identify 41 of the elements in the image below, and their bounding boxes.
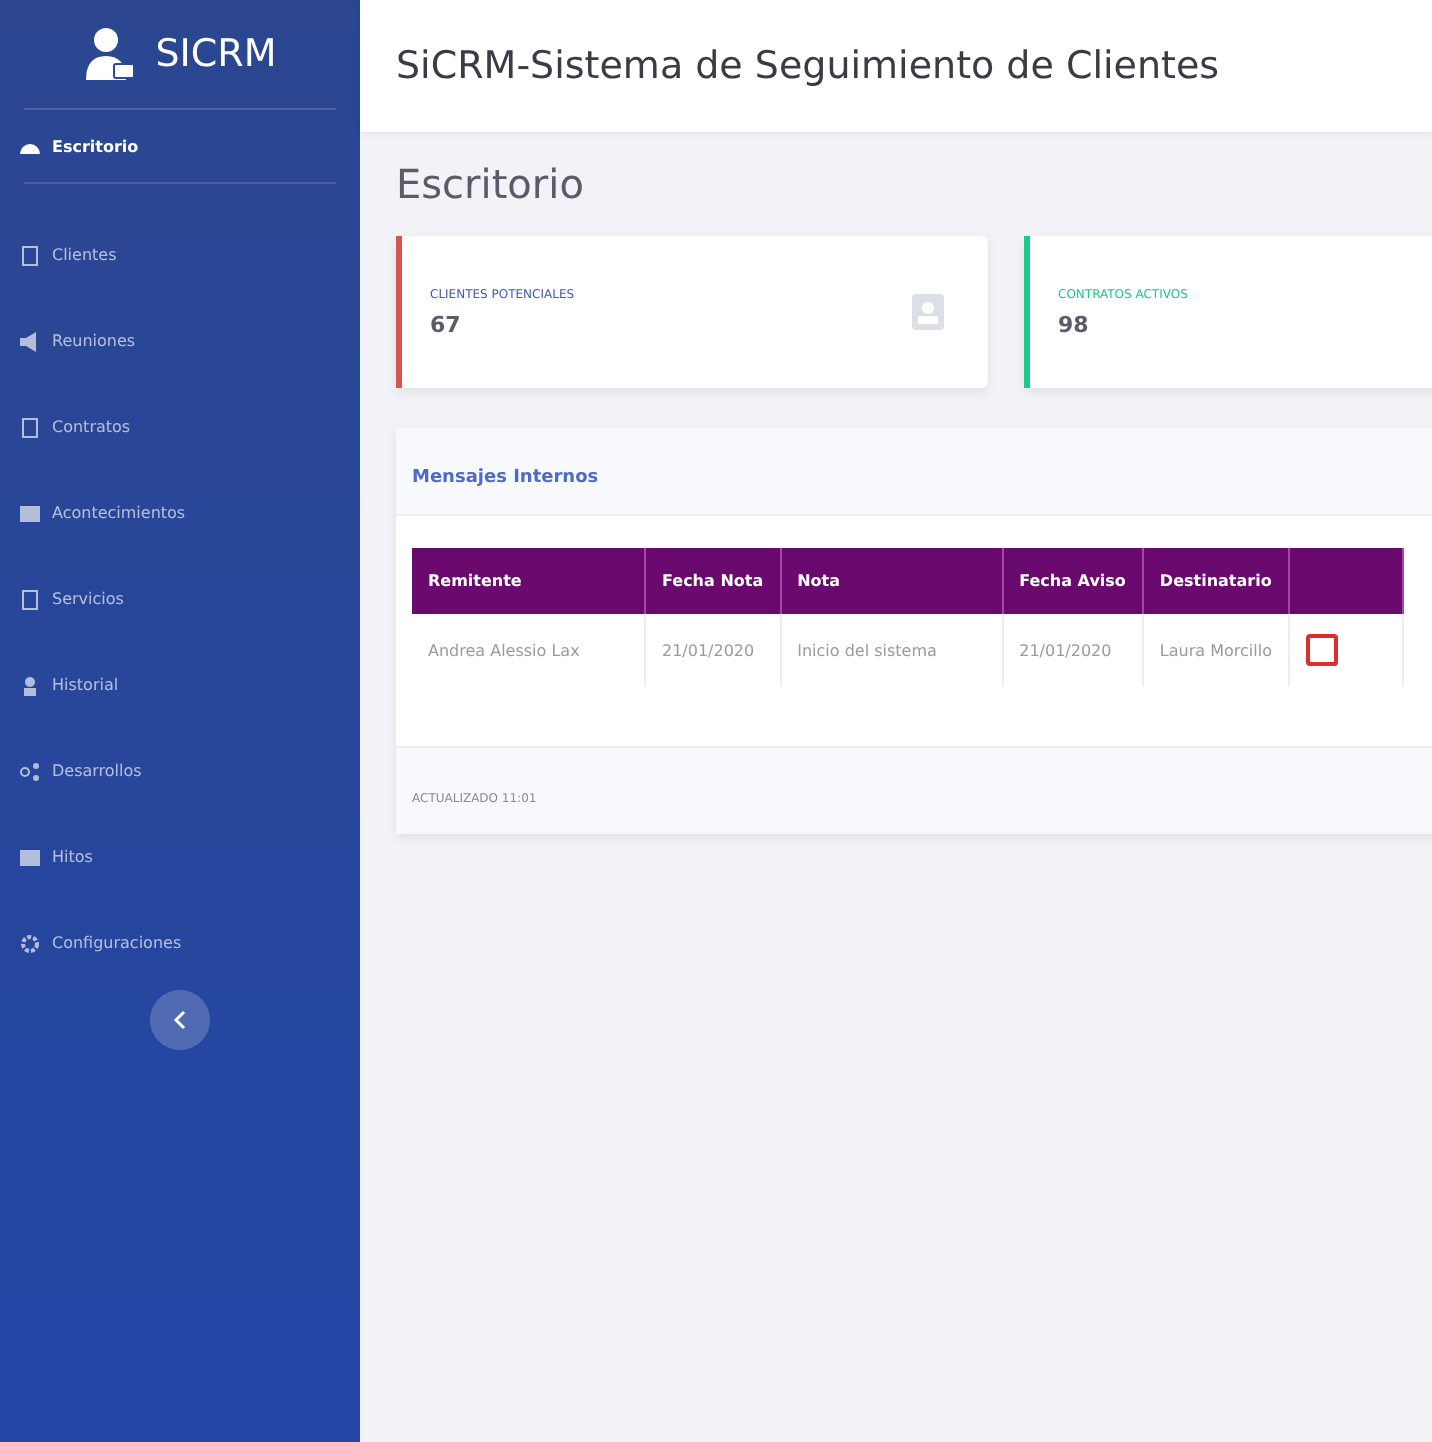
sidebar-item[interactable]: Desarrollos (0, 728, 360, 814)
panel-title: Mensajes Internos (412, 468, 599, 488)
grid-icon (20, 847, 40, 867)
sidebar-item[interactable]: Servicios (0, 556, 360, 642)
action-button[interactable] (1305, 634, 1338, 666)
megaphone-icon (20, 331, 40, 351)
sidebar-item[interactable]: Reuniones (0, 298, 360, 384)
column-header: Remitente (412, 548, 645, 614)
sidebar-item[interactable]: Historial (0, 642, 360, 728)
document-icon (20, 417, 40, 437)
page-title: Escritorio (396, 160, 586, 208)
column-header: Destinatario (1142, 548, 1289, 614)
sidebar-item[interactable]: Clientes (0, 212, 360, 298)
chevron-left-icon (172, 1010, 188, 1030)
grid-icon (20, 503, 40, 523)
table-cell: 21/01/2020 (1002, 614, 1143, 686)
document-icon (20, 245, 40, 265)
column-header: Fecha Nota (645, 548, 781, 614)
table-cell: 21/01/2020 (645, 614, 781, 686)
sidebar-item[interactable]: Configuraciones (0, 900, 360, 986)
brand-name: SICRM (155, 32, 277, 76)
sidebar-item[interactable]: Hitos (0, 814, 360, 900)
table-cell: Inicio del sistema (780, 614, 1003, 686)
document-icon (20, 589, 40, 609)
person-icon (20, 675, 40, 695)
settings-icon (20, 933, 40, 953)
contact-card-icon (912, 294, 944, 330)
table-cell: Laura Morcillo (1142, 614, 1289, 686)
card-value: 67 (430, 311, 463, 337)
sidebar-item[interactable]: Escritorio (0, 110, 360, 182)
nodes-icon (20, 761, 40, 781)
collapse-button[interactable] (150, 990, 210, 1050)
sidebar-item[interactable]: Contratos (0, 384, 360, 470)
sidebar-item[interactable]: Acontecimientos (0, 470, 360, 556)
column-header: Fecha Aviso (1002, 548, 1143, 614)
card-value: 98 (1058, 311, 1091, 337)
table-cell: Andrea Alessio Lax (412, 614, 645, 686)
app-title: SiCRM-Sistema de Seguimiento de Clientes (396, 44, 1220, 88)
user-icon (83, 26, 136, 82)
column-header: Nota (780, 548, 1003, 614)
column-header (1288, 548, 1403, 614)
